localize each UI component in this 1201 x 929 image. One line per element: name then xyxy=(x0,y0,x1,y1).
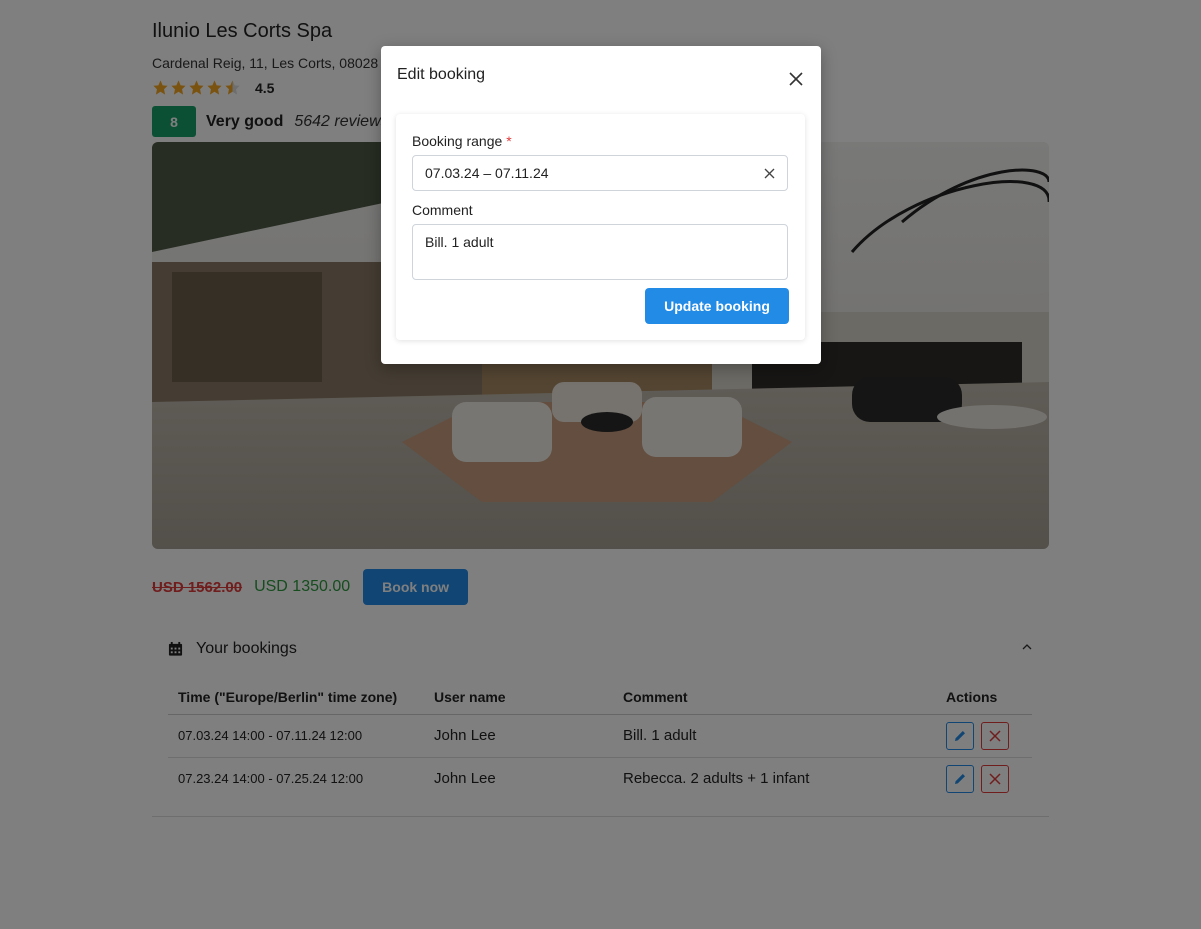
booking-form: Booking range * 07.03.24 – 07.11.24 Comme… xyxy=(396,114,805,340)
update-booking-button[interactable]: Update booking xyxy=(645,288,789,324)
booking-range-value: 07.03.24 – 07.11.24 xyxy=(425,165,549,181)
comment-label: Comment xyxy=(412,202,473,218)
close-icon[interactable] xyxy=(786,69,806,89)
booking-range-label: Booking range * xyxy=(412,133,512,149)
comment-field[interactable]: Bill. 1 adult xyxy=(412,224,788,280)
booking-range-input[interactable]: 07.03.24 – 07.11.24 xyxy=(412,155,788,191)
clear-icon[interactable] xyxy=(764,168,775,179)
dialog-title: Edit booking xyxy=(397,66,486,83)
edit-booking-dialog: Edit booking Booking range * 07.03.24 – 0… xyxy=(381,46,821,364)
booking-range-label-text: Booking range xyxy=(412,133,503,149)
required-marker: * xyxy=(506,133,512,149)
